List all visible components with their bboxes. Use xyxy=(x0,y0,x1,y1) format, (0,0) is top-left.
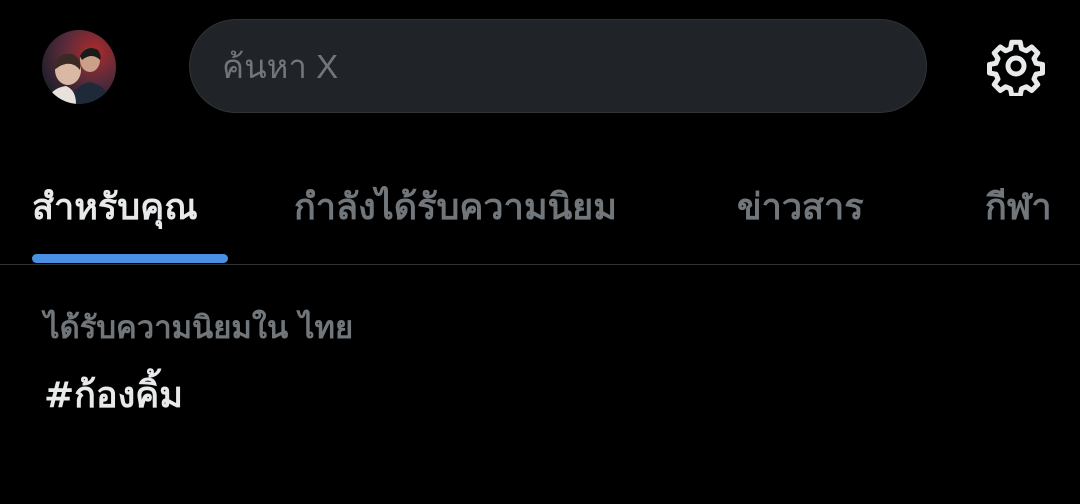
search-placeholder: ค้นหา X xyxy=(222,47,339,85)
gear-icon[interactable] xyxy=(986,36,1046,98)
tab-for-you[interactable]: สำหรับคุณ xyxy=(32,180,198,236)
search-input[interactable]: ค้นหา X xyxy=(189,19,927,113)
tab-trending[interactable]: กำลังได้รับความนิยม xyxy=(294,180,617,236)
tab-sports[interactable]: กีฬา xyxy=(985,180,1052,236)
tab-divider xyxy=(0,264,1080,265)
trend-context: ได้รับความนิยมใน ไทย xyxy=(44,310,354,346)
avatar[interactable] xyxy=(42,30,116,104)
active-tab-indicator xyxy=(32,254,228,263)
tab-news[interactable]: ข่าวสาร xyxy=(737,180,864,236)
trend-title[interactable]: #ก้องคิ้ม xyxy=(44,366,183,423)
profile-avatar-image xyxy=(42,30,116,104)
